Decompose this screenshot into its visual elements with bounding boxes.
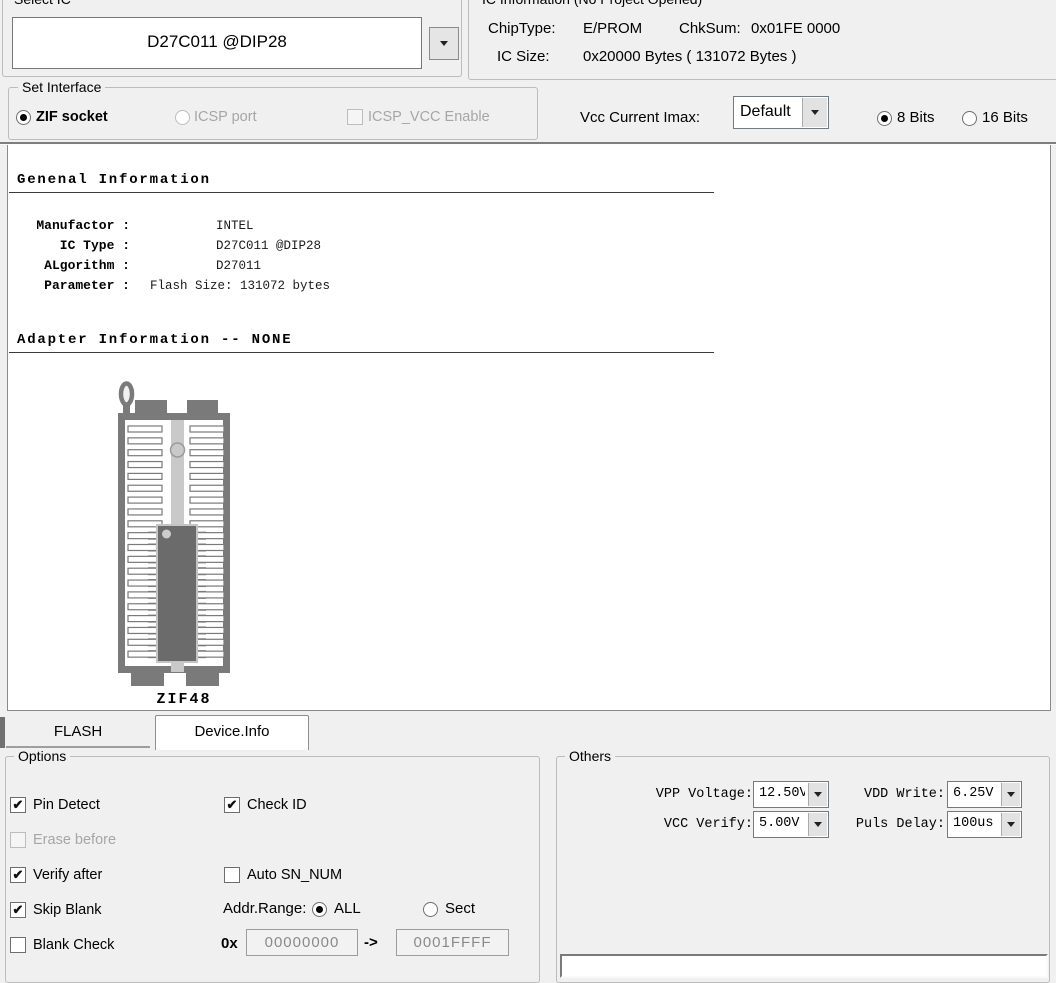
verify-after-checkbox[interactable]: ✔ [10, 867, 26, 883]
erase-before-label: Erase before [33, 832, 116, 848]
auto-sn-num-label[interactable]: Auto SN_NUM [247, 867, 342, 883]
hex-prefix-label: 0x [221, 936, 238, 952]
chksum-value: 0x01FE 0000 [751, 21, 840, 37]
addr-to-input[interactable]: 0001FFFF [396, 929, 509, 956]
vcc-current-dropdown-button[interactable] [802, 98, 827, 127]
chip-type-value: E/PROM [583, 21, 642, 37]
addr-range-all-radio[interactable] [312, 902, 327, 917]
pin-detect-mark: ✔ [13, 797, 24, 812]
vpp-voltage-label: VPP Voltage: [613, 787, 753, 802]
auto-sn-num-checkbox[interactable] [224, 867, 240, 883]
chevron-down-icon [1007, 822, 1015, 827]
options-group-title: Options [14, 748, 70, 764]
chip-type-label: ChipType: [488, 21, 556, 37]
addr-arrow-label: -> [364, 935, 378, 951]
manufactor-label: Manufactor : [33, 218, 130, 233]
ic-select-combobox[interactable]: D27C011 @DIP28 [12, 17, 422, 69]
skip-blank-label[interactable]: Skip Blank [33, 902, 102, 918]
icsp-vcc-checkbox [347, 109, 363, 125]
select-ic-group-title: Select IC [10, 0, 75, 7]
puls-delay-dropdown-button[interactable] [1001, 813, 1020, 836]
vdd-write-label: VDD Write: [805, 787, 945, 802]
set-interface-group-title: Set Interface [18, 79, 105, 95]
bits8-radio[interactable] [877, 111, 892, 126]
vpp-voltage-value: 12.50V [754, 782, 805, 807]
vcc-current-imax-label: Vcc Current Imax: [555, 110, 700, 126]
ic-type-label: IC Type : [33, 238, 130, 253]
zif48-socket-graphic [110, 378, 235, 688]
addr-range-sect-radio[interactable] [423, 902, 438, 917]
parameter-value: Flash Size: 131072 bytes [150, 279, 330, 293]
blank-check-checkbox[interactable] [10, 937, 26, 953]
adapter-information-underline [9, 352, 714, 353]
vcc-verify-value: 5.00V [754, 812, 805, 837]
verify-after-mark: ✔ [13, 867, 24, 882]
socket-lever-icon [121, 384, 132, 405]
vcc-current-combobox[interactable]: Default [733, 96, 829, 129]
addr-from-input[interactable]: 00000000 [246, 929, 358, 956]
ic-size-label: IC Size: [497, 49, 550, 65]
vcc-current-value: Default [734, 97, 804, 128]
ic-select-value: D27C011 @DIP28 [147, 32, 287, 51]
ic-info-group [468, 0, 1056, 80]
icsp-port-radio-label: ICSP port [194, 109, 257, 125]
ic-select-dropdown-button[interactable] [429, 27, 459, 60]
general-information-heading: Genenal Information [17, 172, 211, 188]
addr-range-all-label[interactable]: ALL [334, 901, 361, 917]
bits16-radio-label[interactable]: 16 Bits [982, 110, 1028, 126]
parameter-label: Parameter : [33, 278, 130, 293]
others-log-box [560, 954, 1048, 978]
bits8-radio-label[interactable]: 8 Bits [897, 110, 935, 126]
check-id-label[interactable]: Check ID [247, 797, 307, 813]
others-group-title: Others [565, 748, 615, 764]
skip-blank-checkbox[interactable]: ✔ [10, 902, 26, 918]
zif-socket-radio-label[interactable]: ZIF socket [36, 109, 108, 125]
zif-socket-radio[interactable] [16, 110, 31, 125]
ic-type-value: D27C011 @DIP28 [216, 239, 321, 253]
chevron-down-icon [811, 110, 819, 115]
algorithm-value: D27011 [216, 259, 261, 273]
adapter-information-heading: Adapter Information -- NONE [17, 332, 292, 348]
tab-flash[interactable]: FLASH [6, 718, 150, 748]
pin-detect-label[interactable]: Pin Detect [33, 797, 100, 813]
chevron-down-icon [1007, 792, 1015, 797]
socket-label: ZIF48 [134, 691, 234, 708]
ic-info-group-title: IC Information (No Project Opened) [478, 0, 706, 7]
verify-after-label[interactable]: Verify after [33, 867, 102, 883]
general-information-underline [9, 192, 714, 193]
inserted-chip [157, 525, 197, 662]
pin-detect-checkbox[interactable]: ✔ [10, 797, 26, 813]
ic-size-value: 0x20000 Bytes ( 131072 Bytes ) [583, 49, 796, 65]
bits16-radio[interactable] [962, 111, 977, 126]
chksum-label: ChkSum: [679, 21, 741, 37]
vdd-write-dropdown-button[interactable] [1001, 783, 1020, 806]
check-id-checkbox[interactable]: ✔ [224, 797, 240, 813]
puls-delay-value: 100us [948, 812, 999, 837]
manufactor-value: INTEL [216, 219, 254, 233]
icsp-vcc-checkbox-label: ICSP_VCC Enable [368, 109, 490, 125]
addr-range-sect-label[interactable]: Sect [445, 901, 475, 917]
tabstrip-edge [0, 717, 5, 748]
tab-device-info[interactable]: Device.Info [155, 715, 309, 750]
erase-before-checkbox [10, 832, 26, 848]
vdd-write-value: 6.25V [948, 782, 999, 807]
chip-pin1-dot [162, 530, 171, 539]
puls-delay-label: Puls Delay: [805, 817, 945, 832]
icsp-port-radio [175, 110, 190, 125]
puls-delay-combobox[interactable]: 100us [947, 811, 1022, 838]
check-id-mark: ✔ [227, 797, 238, 812]
vdd-write-combobox[interactable]: 6.25V [947, 781, 1022, 808]
vcc-verify-label: VCC Verify: [613, 817, 753, 832]
algorithm-label: ALgorithm : [33, 258, 130, 273]
blank-check-label[interactable]: Blank Check [33, 937, 114, 953]
skip-blank-mark: ✔ [13, 902, 24, 917]
chevron-down-icon [440, 41, 448, 46]
programmer-window: { "select_ic": { "title": "Select IC", "… [0, 0, 1056, 969]
addr-range-label: Addr.Range: [223, 901, 306, 917]
